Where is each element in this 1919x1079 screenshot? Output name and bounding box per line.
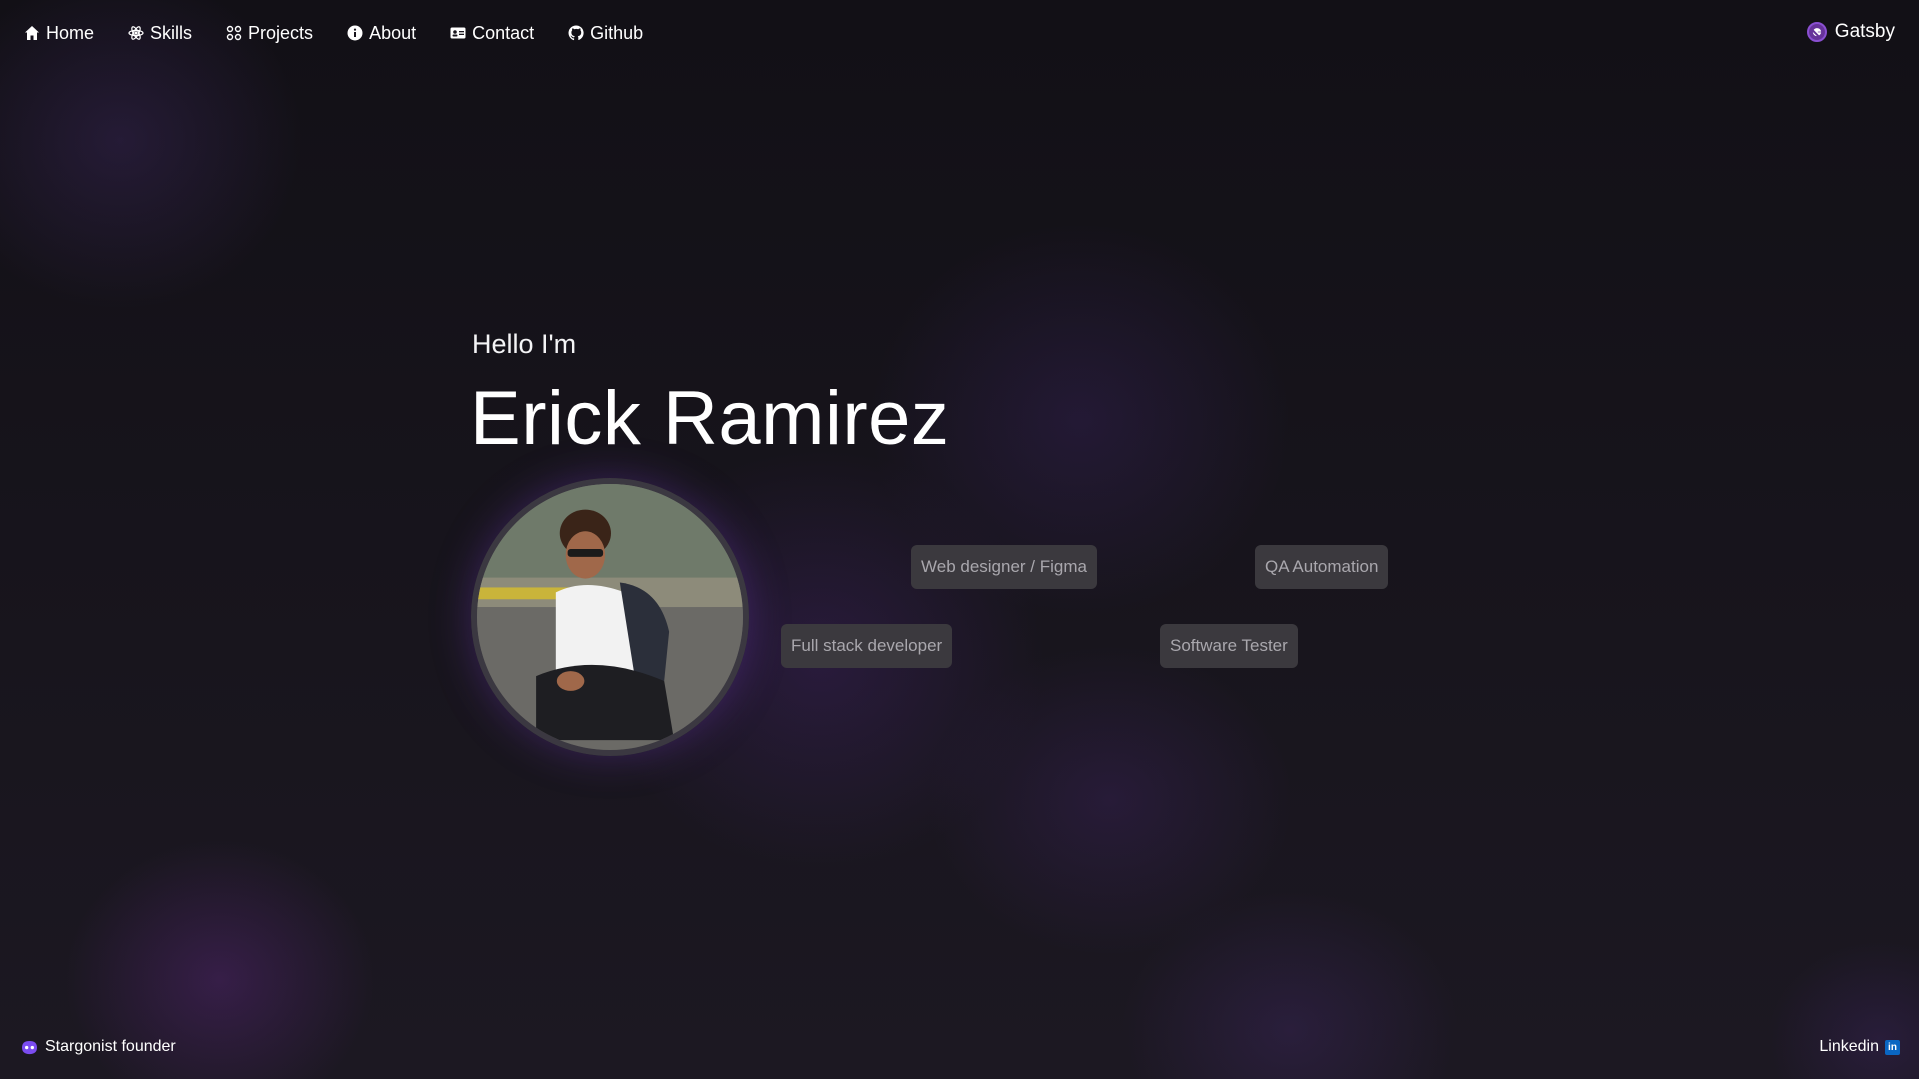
nav-github-label: Github <box>590 22 644 43</box>
gatsby-icon <box>1806 22 1827 42</box>
stargonist-link[interactable]: Stargonist founder <box>20 1038 176 1056</box>
nav-skills-label: Skills <box>150 22 193 43</box>
linkedin-link[interactable]: Linkedin in <box>1819 1038 1900 1056</box>
stargonist-icon <box>22 1040 37 1054</box>
nav-projects[interactable]: Projects <box>226 23 313 44</box>
home-icon <box>25 26 39 40</box>
linkedin-icon: in <box>1885 1039 1900 1055</box>
role-tag-web-designer[interactable]: Web designer / Figma <box>911 545 1097 589</box>
top-navigation: Home Skills Projects About Contact Githu… <box>0 0 1919 66</box>
nav-github[interactable]: Github <box>568 23 643 44</box>
github-icon <box>568 25 584 41</box>
background-glow <box>0 0 1919 1079</box>
role-tag-software-tester[interactable]: Software Tester <box>1160 624 1298 668</box>
nav-about-label: About <box>369 22 417 43</box>
info-icon <box>347 25 363 41</box>
nav-home-label: Home <box>46 22 95 43</box>
hero-name: Erick Ramirez <box>470 376 950 461</box>
profile-photo <box>471 478 749 756</box>
nav-contact-label: Contact <box>472 22 535 43</box>
id-card-icon <box>450 27 466 39</box>
role-tag-full-stack[interactable]: Full stack developer <box>781 624 953 668</box>
role-tag-qa-automation[interactable]: QA Automation <box>1255 545 1389 589</box>
nav-about[interactable]: About <box>347 23 416 44</box>
gatsby-link[interactable]: Gatsby <box>1806 21 1895 43</box>
linkedin-label: Linkedin <box>1819 1038 1879 1055</box>
nav-home[interactable]: Home <box>24 23 94 44</box>
stargonist-label: Stargonist founder <box>45 1038 176 1055</box>
nav-skills[interactable]: Skills <box>128 23 192 44</box>
gatsby-label: Gatsby <box>1834 21 1895 42</box>
nav-contact[interactable]: Contact <box>450 23 534 44</box>
nav-projects-label: Projects <box>248 22 314 43</box>
atom-icon <box>128 26 144 40</box>
grid-icon <box>226 25 242 41</box>
hero-greeting: Hello I'm <box>472 329 577 359</box>
